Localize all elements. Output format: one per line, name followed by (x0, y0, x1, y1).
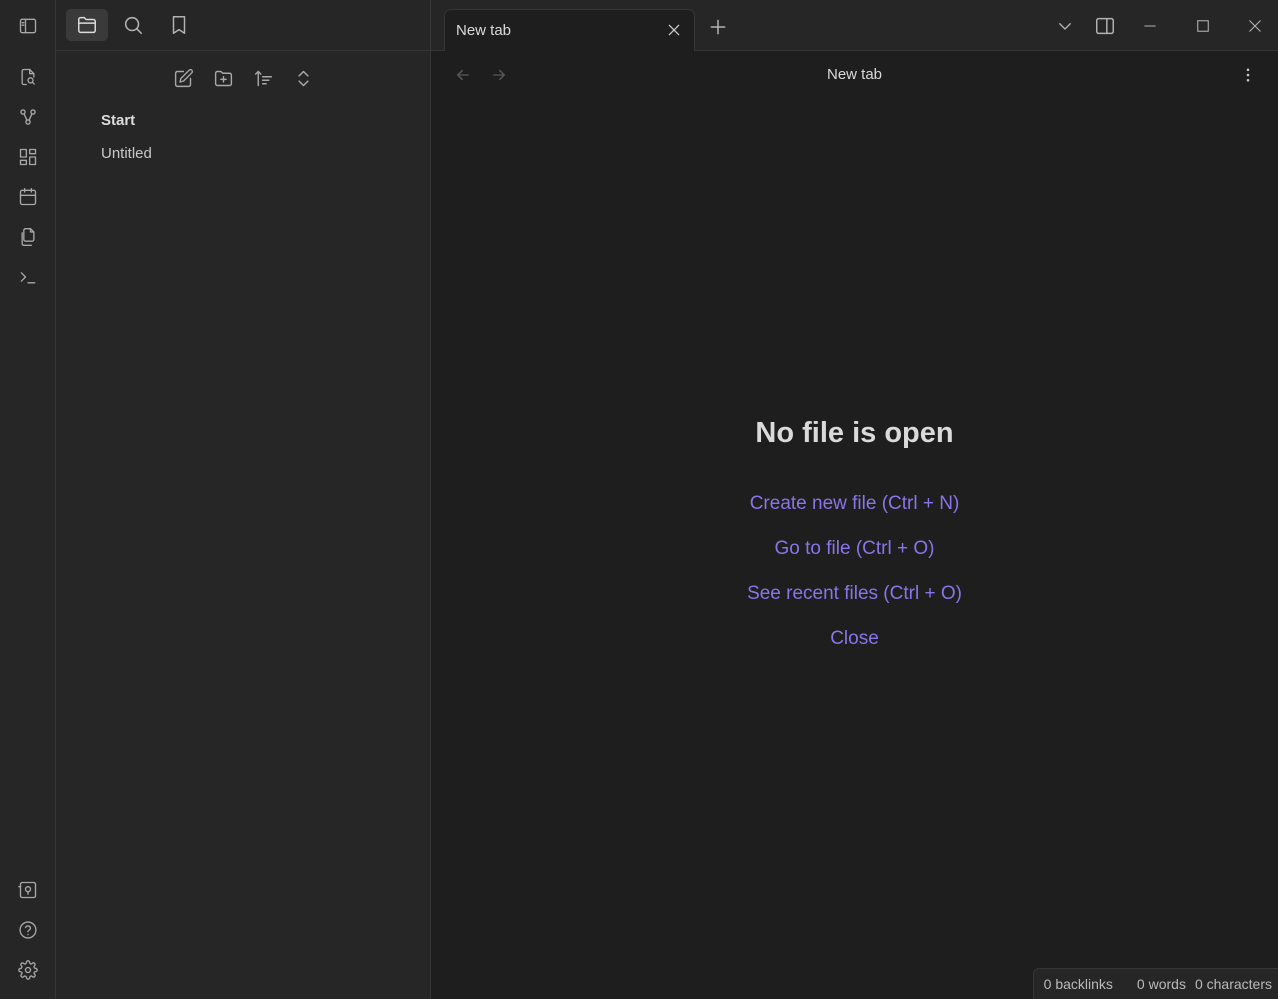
layout-dashboard-icon[interactable] (14, 143, 42, 171)
search-icon (124, 16, 143, 35)
close-tab-icon[interactable] (664, 20, 684, 40)
backlinks-count[interactable]: 0 backlinks (1044, 976, 1113, 992)
sort-button[interactable] (247, 62, 279, 94)
toggle-right-sidebar-icon[interactable] (1092, 13, 1118, 39)
sidebar-toggle-icon[interactable] (14, 12, 42, 40)
tab-title: New tab (456, 22, 512, 39)
vault-icon[interactable] (14, 876, 42, 904)
chevrons-up-down-icon (297, 70, 309, 86)
left-ribbon (0, 0, 56, 999)
minimize-icon[interactable] (1137, 13, 1163, 39)
maximize-icon[interactable] (1190, 13, 1216, 39)
character-count: 0 characters (1194, 976, 1272, 992)
search-tab[interactable] (112, 9, 154, 41)
word-count: 0 words (1136, 976, 1186, 992)
left-sidebar: Start Untitled (56, 0, 431, 999)
tab-new-tab[interactable]: New tab (444, 9, 695, 51)
bookmark-icon (172, 16, 186, 34)
terminal-icon[interactable] (14, 263, 42, 291)
status-bar: 0 backlinks 0 words 0 characters (1032, 968, 1278, 999)
tab-list-chevron-down-icon[interactable] (1052, 13, 1078, 39)
tree-folder-start[interactable]: Start (101, 112, 135, 129)
new-note-button[interactable] (167, 62, 199, 94)
folder-plus-icon (214, 70, 232, 86)
tab-bar: New tab (431, 0, 1278, 51)
see-recent-files-link[interactable]: See recent files (Ctrl + O) (431, 583, 1278, 605)
create-new-file-link[interactable]: Create new file (Ctrl + N) (431, 493, 1278, 515)
calendar-icon[interactable] (14, 183, 42, 211)
edit-icon (174, 68, 193, 87)
folder-icon (78, 16, 96, 34)
empty-state: No file is open Create new file (Ctrl + … (431, 51, 1278, 999)
sidebar-tab-header (56, 0, 431, 51)
close-link[interactable]: Close (431, 628, 1278, 650)
file-explorer-actions (56, 62, 431, 94)
new-folder-button[interactable] (207, 62, 239, 94)
quick-switcher-icon[interactable] (14, 63, 42, 91)
main-view: New tab No file is open Create new file … (431, 51, 1278, 999)
graph-icon[interactable] (14, 103, 42, 131)
empty-state-title: No file is open (755, 417, 954, 449)
close-window-icon[interactable] (1242, 13, 1268, 39)
bookmarks-tab[interactable] (158, 9, 200, 41)
tree-file-untitled[interactable]: Untitled (101, 145, 152, 162)
sort-icon (254, 70, 272, 86)
new-tab-plus-icon[interactable] (705, 14, 731, 40)
help-circle-icon[interactable] (14, 916, 42, 944)
gear-icon[interactable] (14, 956, 42, 984)
go-to-file-link[interactable]: Go to file (Ctrl + O) (431, 538, 1278, 560)
files-tab[interactable] (66, 9, 108, 41)
files-icon[interactable] (14, 223, 42, 251)
collapse-all-button[interactable] (287, 62, 319, 94)
